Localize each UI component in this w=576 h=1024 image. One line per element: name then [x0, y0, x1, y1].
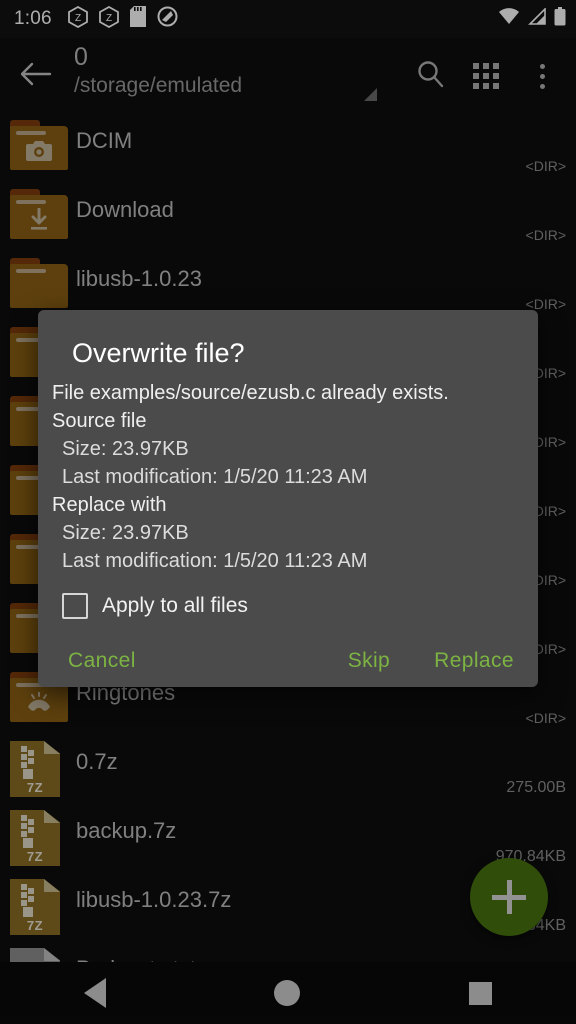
replace-file-size: Size: 23.97KB: [62, 522, 189, 544]
replace-button[interactable]: Replace: [434, 649, 514, 673]
skip-button[interactable]: Skip: [348, 649, 390, 673]
apply-to-all-checkbox[interactable]: [62, 593, 88, 619]
dialog-body: File examples/source/ezusb.c already exi…: [38, 379, 538, 619]
apply-to-all-row[interactable]: Apply to all files: [52, 575, 524, 619]
source-file-heading: Source file: [52, 410, 147, 432]
replace-file-modified: Last modification: 1/5/20 11:23 AM: [62, 550, 368, 572]
apply-to-all-label: Apply to all files: [102, 594, 248, 617]
dialog-actions: Cancel Skip Replace: [38, 619, 538, 675]
app-screen: 1:06 Z Z 0 /storage/emulated DCIM <DIR> …: [0, 0, 576, 1024]
cancel-button[interactable]: Cancel: [68, 649, 136, 673]
source-file-modified: Last modification: 1/5/20 11:23 AM: [62, 466, 368, 488]
source-file-size: Size: 23.97KB: [62, 438, 189, 460]
replace-with-heading: Replace with: [52, 494, 167, 516]
dialog-message: File examples/source/ezusb.c already exi…: [52, 382, 449, 404]
dialog-title: Overwrite file?: [72, 338, 245, 368]
overwrite-dialog: Overwrite file? File examples/source/ezu…: [38, 310, 538, 687]
